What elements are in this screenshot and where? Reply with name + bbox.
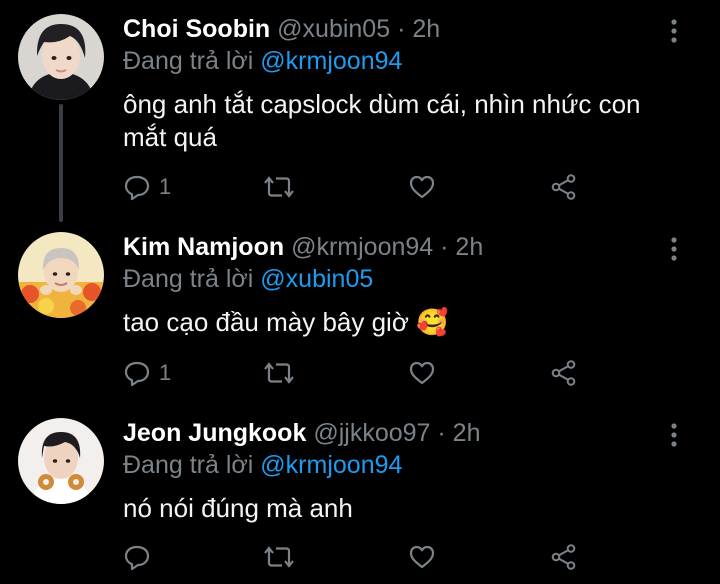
reply-count: 1 — [159, 174, 172, 199]
timestamp[interactable]: 2h — [455, 233, 483, 261]
replying-to: Đang trả lời @krmjoon94 — [123, 450, 402, 480]
tweet-1[interactable]: Choi Soobin @xubin05 · 2h Đang trả lời @… — [0, 0, 720, 226]
thread-line — [59, 104, 63, 222]
retweet-button[interactable] — [263, 172, 295, 202]
share-icon — [550, 359, 578, 387]
author-handle[interactable]: @xubin05 — [277, 15, 390, 43]
retweet-button[interactable] — [263, 358, 295, 388]
tweet-text: tao cạo đầu mày bây giờ 🥰 — [123, 307, 449, 337]
more-icon[interactable] — [664, 18, 684, 44]
avatar[interactable] — [18, 418, 104, 504]
tweet-thread: Choi Soobin @xubin05 · 2h Đang trả lời @… — [0, 0, 720, 584]
reply-icon — [123, 173, 151, 201]
tweet-header: Jeon Jungkook @jjkkoo97 · 2h — [123, 418, 480, 448]
retweet-icon — [263, 359, 295, 387]
reply-icon — [123, 359, 151, 387]
tweet-3[interactable]: Jeon Jungkook @jjkkoo97 · 2h Đang trả lờ… — [0, 404, 720, 584]
avatar[interactable] — [18, 232, 104, 318]
reply-button[interactable]: 1 — [123, 358, 171, 388]
separator-dot: · — [440, 233, 449, 261]
avatar[interactable] — [18, 14, 104, 100]
share-button[interactable] — [550, 542, 578, 572]
replying-mention[interactable]: @krmjoon94 — [260, 47, 402, 75]
tweet-header: Choi Soobin @xubin05 · 2h — [123, 14, 440, 44]
replying-to: Đang trả lời @xubin05 — [123, 264, 373, 294]
tweet-2[interactable]: Kim Namjoon @krmjoon94 · 2h Đang trả lời… — [0, 218, 720, 410]
retweet-icon — [263, 543, 295, 571]
tweet-actions — [123, 542, 603, 572]
author-name[interactable]: Kim Namjoon — [123, 233, 284, 261]
replying-to: Đang trả lời @krmjoon94 — [123, 46, 402, 76]
retweet-icon — [263, 173, 295, 201]
timestamp[interactable]: 2h — [453, 419, 481, 447]
tweet-actions: 1 — [123, 172, 603, 202]
share-icon — [550, 173, 578, 201]
author-handle[interactable]: @krmjoon94 — [291, 233, 433, 261]
separator-dot: · — [437, 419, 446, 447]
tweet-text: nó nói đúng mà anh — [123, 493, 353, 523]
more-icon[interactable] — [664, 236, 684, 262]
replying-prefix: Đang trả lời — [123, 451, 254, 479]
retweet-button[interactable] — [263, 542, 295, 572]
share-button[interactable] — [550, 172, 578, 202]
author-handle[interactable]: @jjkkoo97 — [313, 419, 430, 447]
like-button[interactable] — [408, 358, 436, 388]
separator-dot: · — [397, 15, 406, 43]
tweet-text: ông anh tắt capslock dùm cái, nhìn nhức … — [123, 89, 641, 152]
share-button[interactable] — [550, 358, 578, 388]
author-name[interactable]: Jeon Jungkook — [123, 419, 306, 447]
more-icon[interactable] — [664, 422, 684, 448]
like-button[interactable] — [408, 172, 436, 202]
timestamp[interactable]: 2h — [412, 15, 440, 43]
replying-mention[interactable]: @krmjoon94 — [260, 451, 402, 479]
reply-count: 1 — [159, 360, 172, 385]
reply-icon — [123, 543, 151, 571]
reply-button[interactable]: 1 — [123, 172, 171, 202]
like-icon — [408, 359, 436, 387]
tweet-actions: 1 — [123, 358, 603, 388]
like-icon — [408, 173, 436, 201]
replying-prefix: Đang trả lời — [123, 265, 254, 293]
tweet-header: Kim Namjoon @krmjoon94 · 2h — [123, 232, 483, 262]
like-button[interactable] — [408, 542, 436, 572]
author-name[interactable]: Choi Soobin — [123, 15, 270, 43]
replying-mention[interactable]: @xubin05 — [260, 265, 373, 293]
replying-prefix: Đang trả lời — [123, 47, 254, 75]
reply-button[interactable] — [123, 542, 151, 572]
like-icon — [408, 543, 436, 571]
share-icon — [550, 543, 578, 571]
